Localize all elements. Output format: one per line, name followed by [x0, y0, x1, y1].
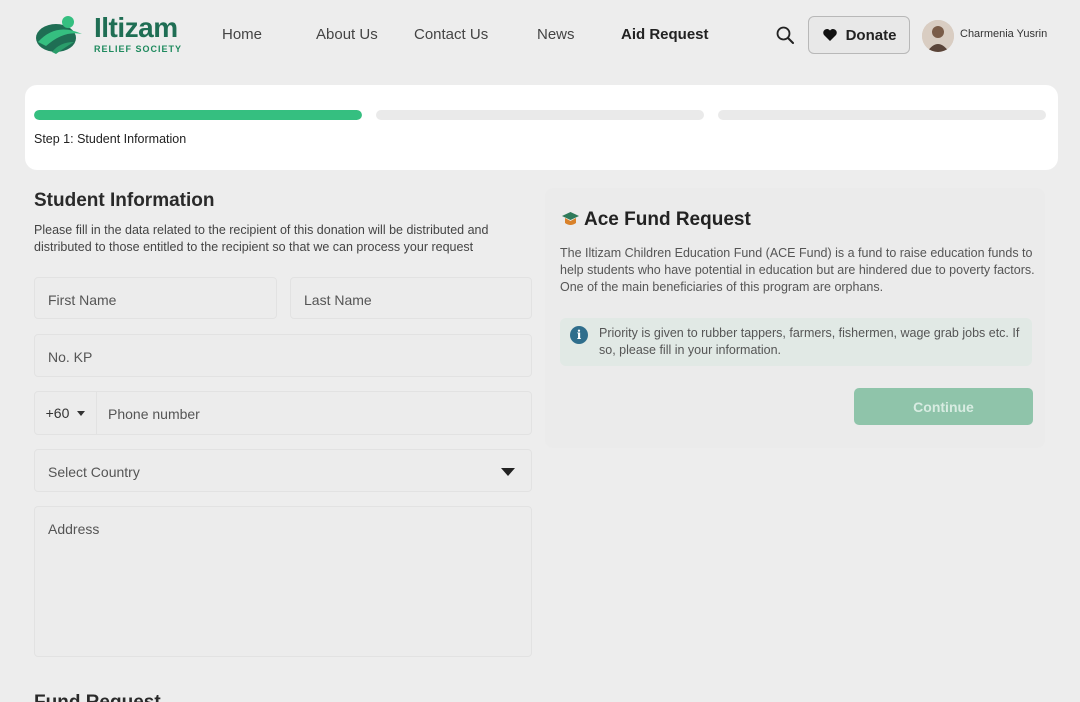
continue-button[interactable]: Continue — [854, 388, 1033, 425]
progress-card: Step 1: Student Information — [25, 85, 1058, 170]
address-placeholder: Address — [48, 521, 100, 537]
ic-number-placeholder: No. KP — [48, 349, 93, 365]
logo-icon — [36, 16, 82, 54]
progress-step-2 — [376, 110, 704, 120]
last-name-placeholder: Last Name — [304, 292, 372, 308]
graduation-cap-icon — [562, 212, 579, 225]
progress-step-1 — [34, 110, 362, 120]
nav-aid-request[interactable]: Aid Request — [621, 26, 709, 43]
fund-title: Ace Fund Request — [584, 209, 751, 230]
heart-icon — [822, 29, 837, 41]
nav-news[interactable]: News — [537, 26, 575, 43]
progress-step-3 — [718, 110, 1046, 120]
phone-field[interactable]: +60 Phone number — [34, 391, 532, 435]
donate-button[interactable]: Donate — [808, 16, 910, 54]
phone-placeholder: Phone number — [108, 406, 200, 422]
last-name-field[interactable]: Last Name — [290, 277, 532, 319]
step-label: Step 1: Student Information — [34, 132, 187, 146]
info-icon: i — [570, 326, 588, 344]
phone-code-select[interactable]: +60 — [35, 392, 97, 434]
country-select[interactable]: Select Country — [34, 449, 532, 492]
address-field[interactable]: Address — [34, 506, 532, 657]
section-description: Please fill in the data related to the r… — [34, 223, 489, 254]
user-name[interactable]: Charmenia Yusrin — [960, 28, 1047, 40]
first-name-placeholder: First Name — [48, 292, 117, 308]
info-text: Priority is given to rubber tappers, far… — [599, 326, 1020, 357]
nav-home[interactable]: Home — [222, 26, 262, 43]
country-placeholder: Select Country — [48, 464, 140, 480]
dropdown-arrow-icon — [501, 468, 515, 476]
search-icon[interactable] — [776, 26, 794, 44]
fund-request-heading: Fund Request — [34, 692, 161, 702]
avatar[interactable] — [922, 20, 954, 52]
brand-name: Iltizam — [94, 12, 178, 43]
nav-about-us[interactable]: About Us — [316, 26, 378, 43]
chevron-down-icon — [77, 410, 86, 416]
nav-contact-us[interactable]: Contact Us — [414, 26, 488, 43]
ic-number-field[interactable]: No. KP — [34, 334, 532, 377]
avatar-image — [922, 20, 954, 52]
first-name-field[interactable]: First Name — [34, 277, 277, 319]
phone-code-value: +60 — [45, 405, 70, 421]
brand-subtitle: RELIEF SOCIETY — [94, 44, 183, 54]
section-title: Student Information — [34, 190, 215, 211]
progress-step-1-fill — [34, 110, 362, 120]
brand-logo[interactable]: Iltizam RELIEF SOCIETY — [34, 12, 184, 56]
donate-label: Donate — [845, 26, 897, 44]
info-box: i Priority is given to rubber tappers, f… — [560, 318, 1032, 366]
fund-description: The Iltizam Children Education Fund (ACE… — [560, 246, 1035, 294]
